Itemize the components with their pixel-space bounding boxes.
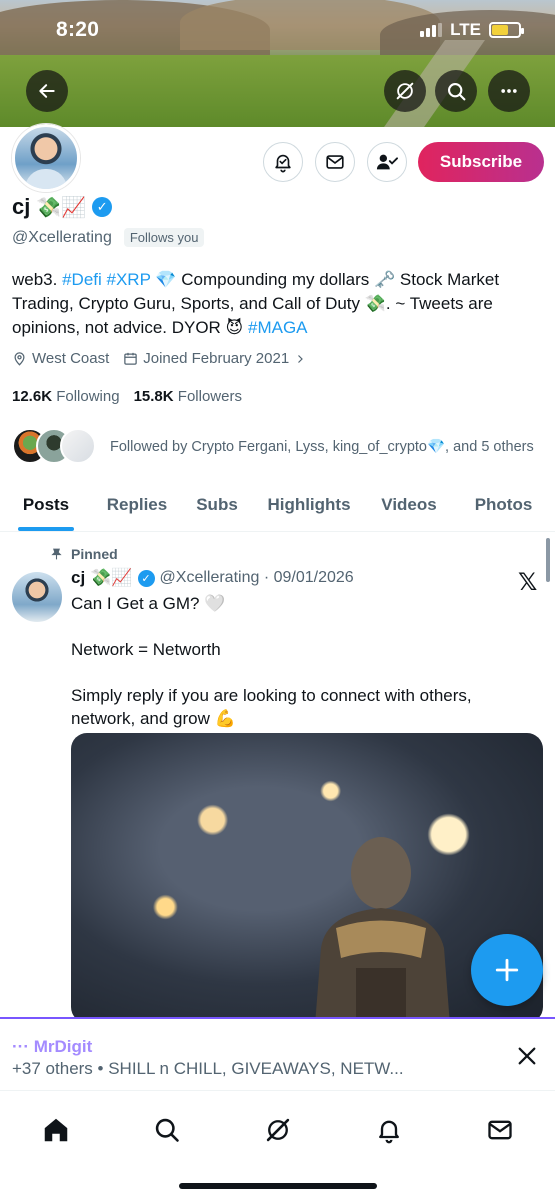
post-text[interactable]: Can I Get a GM? 🤍 Network = Networth Sim… <box>71 592 511 730</box>
nav-messages[interactable] <box>478 1108 522 1152</box>
more-button[interactable] <box>488 70 530 112</box>
hashtag-link[interactable]: #XRP <box>107 270 151 289</box>
home-indicator[interactable] <box>179 1183 377 1189</box>
profile-avatar[interactable] <box>12 124 80 192</box>
mail-icon <box>326 155 344 169</box>
space-subtitle: +37 others • SHILL n CHILL, GIVEAWAYS, N… <box>12 1059 404 1078</box>
status-time: 8:20 <box>56 18 100 41</box>
chevron-right-icon <box>298 354 304 363</box>
nav-notifications[interactable] <box>367 1108 411 1152</box>
person-check-icon <box>376 154 398 170</box>
tab-videos[interactable]: Videos <box>366 478 452 531</box>
calendar-icon <box>124 352 137 365</box>
compose-button[interactable] <box>471 934 543 1006</box>
post-line: Network = Networth <box>71 640 221 659</box>
verified-badge-icon[interactable]: ✓ <box>92 197 113 217</box>
message-button[interactable] <box>315 142 355 182</box>
tab-posts[interactable]: Posts <box>0 478 92 531</box>
x-logo-icon: 𝕏 <box>518 569 538 596</box>
warrior-figure <box>315 837 450 1023</box>
joined-item[interactable]: Joined February 2021 <box>123 350 306 367</box>
tab-highlights[interactable]: Highlights <box>252 478 366 531</box>
post-line <box>71 615 511 638</box>
more-icon <box>501 89 517 93</box>
pinned-label-row: Pinned <box>50 546 118 562</box>
subscribe-button[interactable]: Subscribe <box>418 142 544 182</box>
close-icon <box>518 1047 536 1065</box>
verified-badge-icon: ✓ <box>137 569 155 587</box>
tab-subs[interactable]: Subs <box>182 478 252 531</box>
location-item: West Coast <box>12 350 109 367</box>
name-emojis: 💸📈 <box>36 195 87 219</box>
profile-stats: 12.6K Following 15.8K Followers <box>12 388 242 405</box>
grok-icon <box>266 1118 290 1142</box>
scrollbar[interactable] <box>546 538 550 582</box>
battery-icon <box>489 22 524 38</box>
profile-name-row: cj 💸📈 ✓ <box>12 194 113 220</box>
followed-by-avatars <box>12 428 96 464</box>
profile-handle: @Xcellerating <box>12 228 112 246</box>
tab-photos[interactable]: Photos <box>452 478 555 531</box>
bell-icon <box>379 1120 399 1144</box>
signal-icon <box>420 23 443 37</box>
followed-by-row[interactable]: Followed by Crypto Fergani, Lyss, king_o… <box>12 428 534 464</box>
status-icons: LTE <box>420 20 524 40</box>
profile-bio: web3. #Defi #XRP 💎 Compounding my dollar… <box>12 268 532 340</box>
space-host: ··· MrDigit <box>12 1037 93 1056</box>
profile-tabs: Posts Replies Subs Highlights Videos Pho… <box>0 478 555 532</box>
search-icon <box>447 82 465 100</box>
avatar <box>60 428 96 464</box>
grok-button[interactable] <box>384 70 426 112</box>
post-author-name[interactable]: cj <box>71 568 85 588</box>
notify-button[interactable] <box>263 142 303 182</box>
nav-grok[interactable] <box>256 1108 300 1152</box>
profile-name: cj <box>12 194 31 219</box>
post-header: cj 💸📈 ✓ @Xcellerating · 09/01/2026 <box>71 568 354 588</box>
hashtag-link[interactable]: #MAGA <box>248 318 308 337</box>
post-line: Can I Get a GM? 🤍 <box>71 594 226 613</box>
nav-home[interactable] <box>34 1108 78 1152</box>
follows-you-badge: Follows you <box>123 228 205 247</box>
notification-bell-icon <box>275 154 291 173</box>
following-stat[interactable]: 12.6K Following <box>12 388 120 405</box>
location-text: West Coast <box>32 350 110 367</box>
post-line <box>71 661 511 684</box>
back-arrow-icon <box>39 84 55 98</box>
profile-handle-row: @Xcellerating Follows you <box>12 228 205 247</box>
network-label: LTE <box>450 20 481 39</box>
location-pin-icon <box>14 352 25 366</box>
pinned-text: Pinned <box>71 546 118 562</box>
following-button[interactable] <box>367 142 407 182</box>
home-icon <box>44 1118 68 1142</box>
post-author-emojis: 💸📈 <box>90 568 133 588</box>
search-button[interactable] <box>435 70 477 112</box>
mail-icon <box>488 1120 512 1140</box>
back-button[interactable] <box>26 70 68 112</box>
profile-meta: West Coast Joined February 2021 <box>12 350 306 367</box>
followers-stat[interactable]: 15.8K Followers <box>134 388 242 405</box>
search-icon <box>155 1118 179 1142</box>
plus-icon <box>495 958 519 982</box>
bio-text: web3. <box>12 270 63 289</box>
post-handle-date: @Xcellerating · 09/01/2026 <box>159 569 354 586</box>
followed-by-text: Followed by Crypto Fergani, Lyss, king_o… <box>110 438 534 455</box>
post-line: Simply reply if you are looking to conne… <box>71 686 472 728</box>
close-space-button[interactable] <box>512 1041 542 1071</box>
live-space-bar[interactable]: ··· MrDigit +37 others • SHILL n CHILL, … <box>0 1017 555 1091</box>
nav-search[interactable] <box>145 1108 189 1152</box>
tab-replies[interactable]: Replies <box>92 478 182 531</box>
grok-icon <box>396 82 414 100</box>
hashtag-link[interactable]: #Defi <box>62 270 102 289</box>
joined-text: Joined February 2021 <box>143 350 290 367</box>
pin-icon <box>51 548 62 560</box>
post-author-avatar[interactable] <box>12 572 62 622</box>
